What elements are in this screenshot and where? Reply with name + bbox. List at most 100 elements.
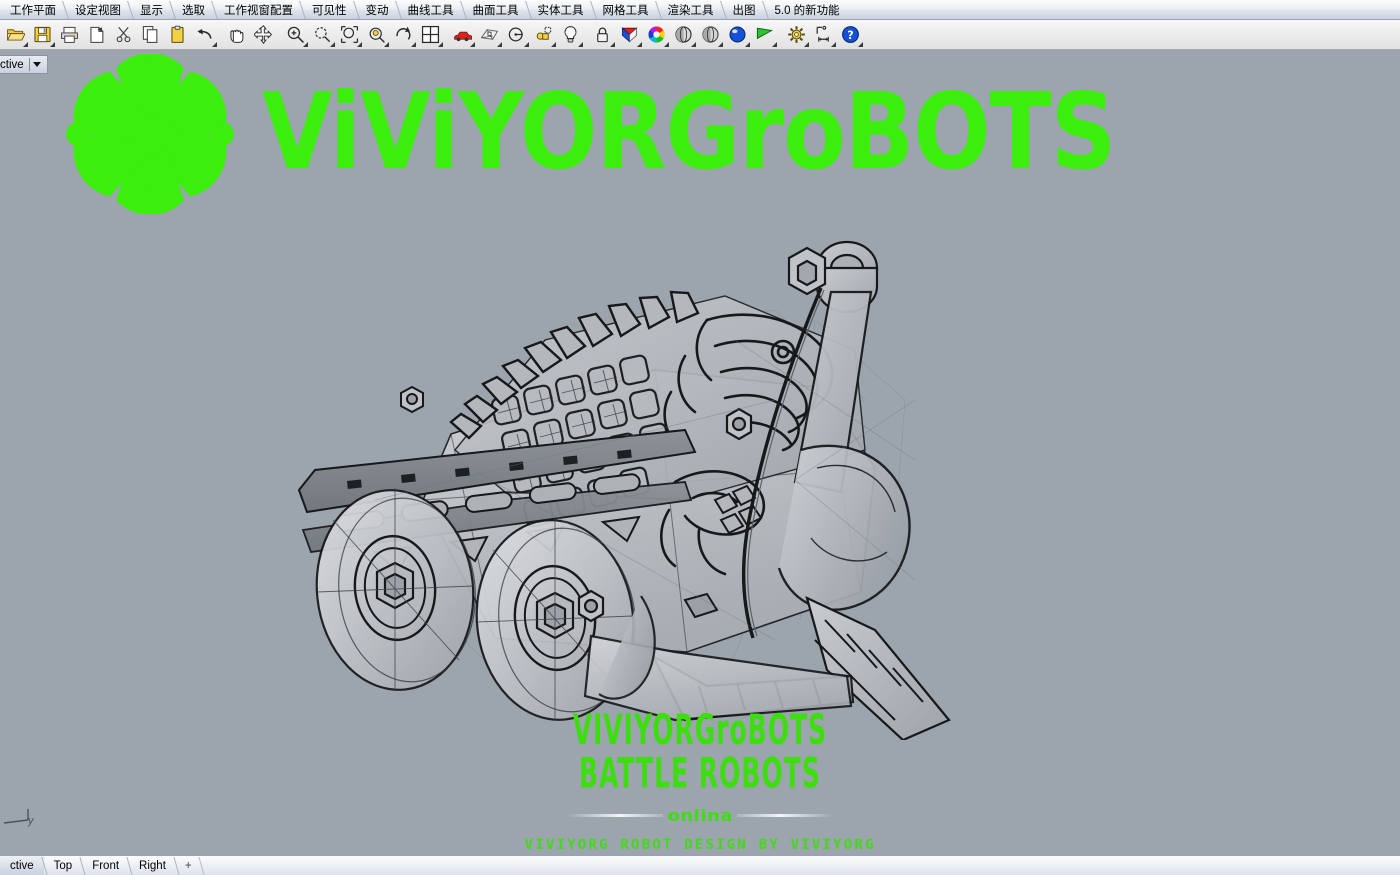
- menu-tab-1[interactable]: 工作平面: [0, 0, 65, 19]
- plus-icon: +: [185, 860, 192, 872]
- viewport-title-tab[interactable]: ctive: [0, 55, 48, 74]
- paste-icon[interactable]: [164, 21, 191, 48]
- perspective-viewport[interactable]: ctive: [0, 50, 1400, 855]
- ghosted-sphere-icon[interactable]: [697, 21, 724, 48]
- flyout-arrow-icon[interactable]: [330, 42, 335, 47]
- zoom-extents-icon[interactable]: [336, 21, 363, 48]
- flyout-arrow-icon[interactable]: [804, 42, 809, 47]
- viewport-tab-label: Right: [139, 860, 166, 872]
- help-icon[interactable]: ?: [837, 21, 864, 48]
- brand-wordmark: ViViYORGroBOTS: [262, 87, 1115, 181]
- viewport-tab-right[interactable]: Right: [129, 856, 176, 875]
- flag-icon[interactable]: [751, 21, 778, 48]
- zoom-selected-icon[interactable]: [363, 21, 390, 48]
- menu-tab-14[interactable]: 5.0 的新功能: [765, 0, 849, 19]
- menu-tab-5[interactable]: 工作视窗配置: [214, 0, 302, 19]
- open-icon[interactable]: [2, 21, 29, 48]
- flyout-arrow-icon[interactable]: [831, 42, 836, 47]
- dimension-icon[interactable]: [810, 21, 837, 48]
- rule-line-left: [567, 814, 663, 817]
- cut-icon[interactable]: [110, 21, 137, 48]
- flyout-arrow-icon[interactable]: [745, 42, 750, 47]
- flyout-arrow-icon[interactable]: [411, 42, 416, 47]
- footer-rule: onlina: [567, 806, 834, 825]
- flyout-arrow-icon[interactable]: [718, 42, 723, 47]
- flyout-arrow-icon[interactable]: [23, 42, 28, 47]
- menu-tab-label: 曲面工具: [473, 2, 519, 18]
- render-car-icon[interactable]: [449, 21, 476, 48]
- menu-tab-label: 出图: [733, 2, 756, 18]
- zoom-window-icon[interactable]: [309, 21, 336, 48]
- flyout-arrow-icon[interactable]: [691, 42, 696, 47]
- shaded-sphere-icon[interactable]: [670, 21, 697, 48]
- shade-icon[interactable]: [616, 21, 643, 48]
- circle-tool-icon[interactable]: [503, 21, 530, 48]
- viewport-tab-ctive[interactable]: ctive: [0, 856, 44, 875]
- undo-icon[interactable]: [191, 21, 218, 48]
- flyout-arrow-icon[interactable]: [357, 42, 362, 47]
- menu-tab-label: 渲染工具: [668, 2, 714, 18]
- layer-icon[interactable]: [530, 21, 557, 48]
- viewport-tab-label: ctive: [10, 860, 34, 872]
- svg-text:?: ?: [847, 29, 853, 42]
- pan-icon[interactable]: [223, 21, 250, 48]
- menu-tab-7[interactable]: 变动: [356, 0, 398, 19]
- light-bulb-icon[interactable]: [557, 21, 584, 48]
- chevron-down-icon[interactable]: [33, 62, 41, 67]
- flyout-arrow-icon[interactable]: [50, 42, 55, 47]
- move-icon[interactable]: [250, 21, 277, 48]
- mesh-icon[interactable]: [476, 21, 503, 48]
- flyout-arrow-icon[interactable]: [772, 42, 777, 47]
- flyout-arrow-icon[interactable]: [551, 42, 556, 47]
- export-icon[interactable]: [83, 21, 110, 48]
- menu-tab-bar: 工作平面设定视图显示选取工作视窗配置可见性变动曲线工具曲面工具实体工具网格工具渲…: [0, 0, 1400, 20]
- menu-tab-label: 5.0 的新功能: [775, 2, 840, 18]
- menu-tab-12[interactable]: 渲染工具: [658, 0, 723, 19]
- flyout-arrow-icon[interactable]: [858, 42, 863, 47]
- flyout-arrow-icon[interactable]: [497, 42, 502, 47]
- zoom-in-icon[interactable]: [282, 21, 309, 48]
- menu-tab-3[interactable]: 显示: [130, 0, 172, 19]
- options-gear-icon[interactable]: [783, 21, 810, 48]
- menu-tab-label: 变动: [366, 2, 389, 18]
- flyout-arrow-icon[interactable]: [524, 42, 529, 47]
- flyout-arrow-icon[interactable]: [303, 42, 308, 47]
- flyout-arrow-icon[interactable]: [470, 42, 475, 47]
- menu-tab-13[interactable]: 出图: [723, 0, 765, 19]
- flyout-arrow-icon[interactable]: [578, 42, 583, 47]
- viewport-tab-front[interactable]: Front: [82, 856, 129, 875]
- menu-tab-11[interactable]: 网格工具: [593, 0, 658, 19]
- print-icon[interactable]: [56, 21, 83, 48]
- flyout-arrow-icon[interactable]: [610, 42, 615, 47]
- menu-tab-4[interactable]: 选取: [172, 0, 214, 19]
- flyout-arrow-icon[interactable]: [438, 42, 443, 47]
- menu-tab-8[interactable]: 曲线工具: [398, 0, 463, 19]
- rhino-app-window: 工作平面设定视图显示选取工作视窗配置可见性变动曲线工具曲面工具实体工具网格工具渲…: [0, 0, 1400, 875]
- lock-icon[interactable]: [589, 21, 616, 48]
- flyout-arrow-icon[interactable]: [637, 42, 642, 47]
- viewport-tab-top[interactable]: Top: [44, 856, 83, 875]
- menu-tab-label: 选取: [182, 2, 205, 18]
- color-wheel-icon[interactable]: [643, 21, 670, 48]
- rule-line-right: [737, 814, 833, 817]
- menu-tab-2[interactable]: 设定视图: [65, 0, 130, 19]
- rendered-sphere-icon[interactable]: [724, 21, 751, 48]
- flyout-arrow-icon[interactable]: [384, 42, 389, 47]
- save-icon[interactable]: [29, 21, 56, 48]
- menu-tab-10[interactable]: 实体工具: [528, 0, 593, 19]
- menu-tab-label: 设定视图: [75, 2, 121, 18]
- copy-icon[interactable]: [137, 21, 164, 48]
- footer-headline-line2: BATTLE ROBOTS: [573, 753, 827, 796]
- axis-gizmo: y: [2, 801, 58, 847]
- menu-tab-6[interactable]: 可见性: [302, 0, 356, 19]
- flyout-arrow-icon[interactable]: [212, 42, 217, 47]
- add-viewport-tab[interactable]: +: [176, 856, 201, 875]
- menu-tab-9[interactable]: 曲面工具: [463, 0, 528, 19]
- viewport-title-label: ctive: [0, 59, 29, 71]
- robot-3d-model[interactable]: [255, 200, 975, 740]
- rotate-view-icon[interactable]: [390, 21, 417, 48]
- viewport-layout-icon[interactable]: [417, 21, 444, 48]
- robot-model-geometry: [255, 200, 975, 740]
- flyout-arrow-icon[interactable]: [664, 42, 669, 47]
- icon-toolbar: ?: [0, 20, 1400, 50]
